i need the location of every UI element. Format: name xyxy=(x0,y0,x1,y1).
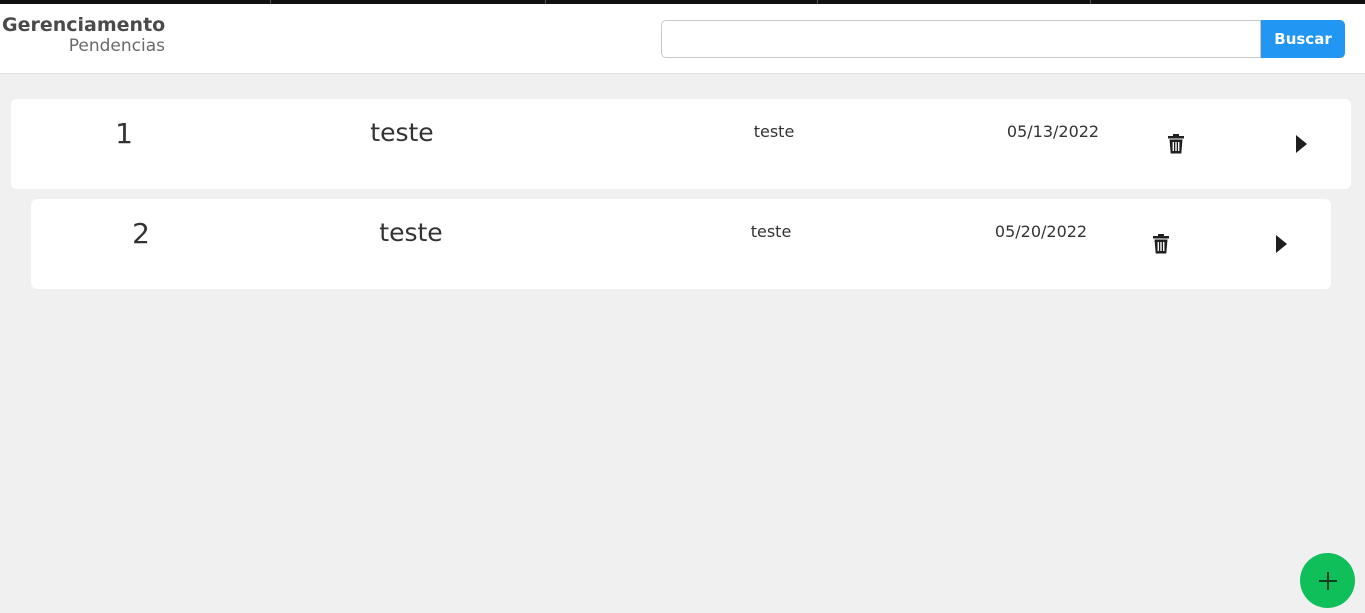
brand-title: Gerenciamento xyxy=(2,14,166,36)
play-icon[interactable] xyxy=(1270,233,1292,255)
search-button[interactable]: Buscar xyxy=(1261,20,1345,58)
item-title: teste xyxy=(370,118,434,147)
item-description: teste xyxy=(750,222,792,241)
app-header: Gerenciamento Pendencias Buscar xyxy=(0,4,1365,74)
item-description: teste xyxy=(753,122,795,141)
item-number: 2 xyxy=(132,217,150,250)
add-button[interactable] xyxy=(1300,553,1355,608)
brand-subtitle: Pendencias xyxy=(68,36,165,56)
play-icon[interactable] xyxy=(1290,133,1312,155)
plus-icon xyxy=(1318,571,1337,590)
trash-icon[interactable] xyxy=(1165,133,1187,155)
brand: Gerenciamento Pendencias xyxy=(2,14,165,56)
item-date: 05/20/2022 xyxy=(994,222,1088,241)
list-item: 1 teste teste 05/13/2022 xyxy=(11,99,1351,189)
list-item: 2 teste teste 05/20/2022 xyxy=(31,199,1331,289)
item-title: teste xyxy=(379,218,443,247)
search-input[interactable] xyxy=(661,20,1261,58)
trash-icon[interactable] xyxy=(1150,233,1172,255)
item-date: 05/13/2022 xyxy=(1006,122,1100,141)
item-number: 1 xyxy=(115,117,133,150)
